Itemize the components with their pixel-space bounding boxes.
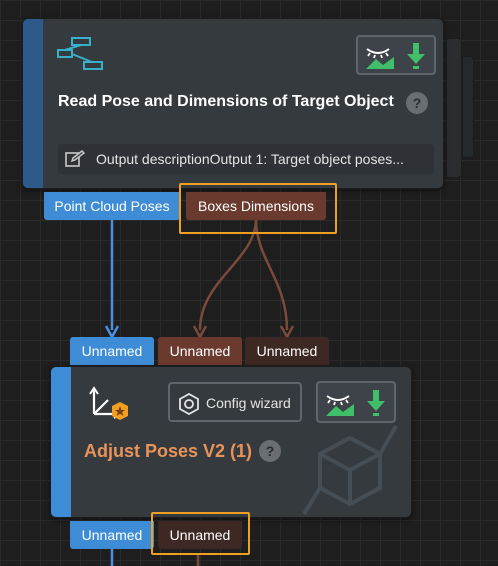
adjust-poses-icon: [88, 386, 134, 431]
description-text: Output descriptionOutput 1: Target objec…: [96, 151, 404, 167]
port-highlight: [151, 512, 250, 555]
input-port-1[interactable]: Unnamed: [70, 337, 154, 365]
node-status-bar: [51, 367, 71, 517]
node-stack-shadow: [446, 38, 462, 178]
workflow-canvas[interactable]: Read Pose and Dimensions of Target Objec…: [0, 0, 498, 566]
download-icon[interactable]: [404, 41, 428, 76]
help-icon[interactable]: ?: [406, 92, 428, 114]
node1-title: Read Pose and Dimensions of Target Objec…: [58, 93, 394, 110]
node1-status-icons: [356, 35, 436, 75]
cube-watermark-icon: [300, 418, 400, 523]
wire-arrow-brown-2: [279, 325, 295, 340]
hexagon-gear-icon: [178, 392, 200, 418]
input-port-2[interactable]: Unnamed: [158, 337, 242, 365]
node2-status-icons: [316, 381, 396, 423]
input-port-3[interactable]: Unnamed: [245, 337, 329, 365]
output-port-1[interactable]: Unnamed: [70, 521, 154, 549]
download-icon[interactable]: [364, 388, 388, 423]
node2-title: Adjust Poses V2 (1): [84, 441, 253, 461]
wire-arrow-blue: [104, 325, 120, 340]
wire-boxes-dimensions-2: [254, 218, 289, 331]
node1-description[interactable]: Output descriptionOutput 1: Target objec…: [58, 144, 434, 174]
config-wizard-label: Config wizard: [206, 395, 291, 411]
node-status-bar: [23, 19, 43, 188]
visualize-icon[interactable]: [324, 388, 356, 423]
wire-boxes-dimensions-1: [198, 218, 258, 331]
visualize-icon[interactable]: [364, 41, 396, 76]
output-port-point-cloud-poses[interactable]: Point Cloud Poses: [44, 192, 180, 220]
config-wizard-button[interactable]: Config wizard: [168, 382, 302, 422]
edit-icon[interactable]: [65, 150, 86, 171]
help-icon[interactable]: ?: [259, 440, 281, 462]
wire-arrow-brown-1: [192, 325, 208, 340]
step-graph-icon: [56, 36, 104, 77]
port-highlight: [179, 183, 337, 234]
node-stack-shadow: [462, 56, 474, 158]
